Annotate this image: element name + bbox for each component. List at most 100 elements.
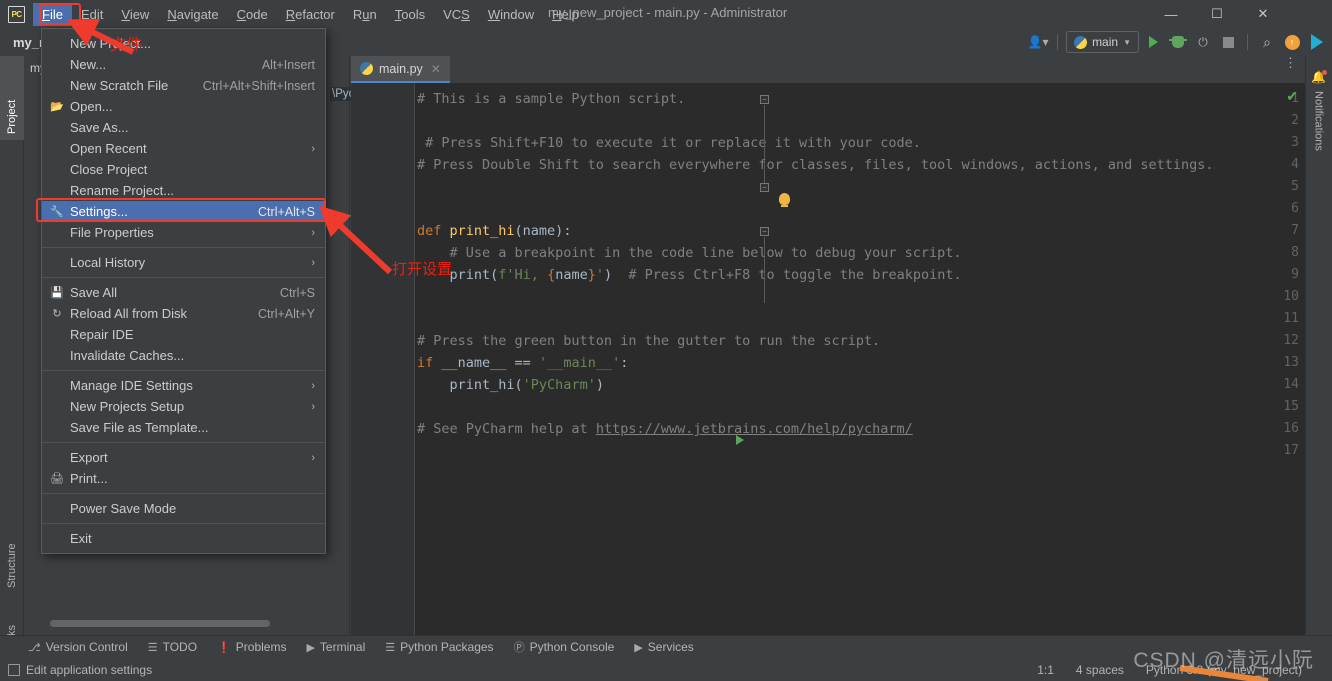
code-line[interactable]: # See PyCharm help at https://www.jetbra… xyxy=(417,418,913,440)
file-menu-dropdown[interactable]: New Project... New...Alt+InsertNew Scratc… xyxy=(41,28,326,554)
menu-file[interactable]: File xyxy=(33,3,72,26)
tool-window-todo[interactable]: ☰TODO xyxy=(148,640,197,654)
intention-bulb-icon[interactable] xyxy=(779,193,790,205)
project-horizontal-scrollbar[interactable] xyxy=(50,620,270,627)
debug-icon[interactable] xyxy=(1167,31,1189,53)
minimize-window-button[interactable]: — xyxy=(1148,0,1194,28)
tool-window-python-packages[interactable]: ☰Python Packages xyxy=(385,640,493,654)
menu-item-new-projects-setup[interactable]: New Projects Setup› xyxy=(42,396,325,417)
menu-navigate[interactable]: Navigate xyxy=(158,3,227,26)
run-with-coverage-icon[interactable]: ⏻ xyxy=(1192,31,1214,53)
menu-item-invalidate-caches[interactable]: Invalidate Caches... xyxy=(42,345,325,366)
line-number: 7 xyxy=(1291,220,1299,242)
code-line[interactable]: print(f'Hi, {name}') # Press Ctrl+F8 to … xyxy=(417,264,962,286)
menu-item-settings[interactable]: 🔧Settings...Ctrl+Alt+S xyxy=(42,201,325,222)
sidebar-item-project[interactable]: Project xyxy=(0,56,24,140)
menu-item-export[interactable]: Export› xyxy=(42,447,325,468)
tool-window-services[interactable]: ▶Services xyxy=(634,640,693,654)
menu-code[interactable]: Code xyxy=(228,3,277,26)
menu-run[interactable]: Run xyxy=(344,3,386,26)
menu-item-repair-ide[interactable]: Repair IDE xyxy=(42,324,325,345)
menu-item-open[interactable]: 📂Open... xyxy=(42,96,325,117)
code-token: # Press Shift+F10 to execute it or repla… xyxy=(417,135,921,151)
menu-item-power-save-mode[interactable]: Power Save Mode xyxy=(42,498,325,519)
code-folding-strip[interactable] xyxy=(403,83,415,637)
pycharm-window: PC FileEditViewNavigateCodeRefactorRunTo… xyxy=(0,0,1332,681)
chevron-right-icon: › xyxy=(311,143,315,155)
maximize-window-button[interactable]: ☐ xyxy=(1194,0,1240,28)
code-line[interactable]: def print_hi(name): xyxy=(417,220,571,242)
menu-item-save-all[interactable]: 💾Save AllCtrl+S xyxy=(42,282,325,303)
menu-item-new-project[interactable]: New Project... xyxy=(42,33,325,54)
menu-item-rename-project[interactable]: Rename Project... xyxy=(42,180,325,201)
menu-item-local-history[interactable]: Local History› xyxy=(42,252,325,273)
menu-item-label: Repair IDE xyxy=(70,327,315,342)
code-line[interactable]: # Press Double Shift to search everywher… xyxy=(417,154,1214,176)
menu-item-label: Manage IDE Settings xyxy=(70,378,303,393)
tool-window-python-console[interactable]: ⓅPython Console xyxy=(514,639,615,655)
menu-vcs[interactable]: VCS xyxy=(434,3,479,26)
editor-options-icon[interactable]: ⋮ xyxy=(1284,60,1297,65)
code-line[interactable]: # This is a sample Python script. xyxy=(417,88,685,110)
sidebar-item-label: Structure xyxy=(6,543,18,588)
tool-window-terminal[interactable]: ▶Terminal xyxy=(306,640,365,654)
tab-main-py[interactable]: main.py ✕ xyxy=(351,56,450,83)
status-bar: Edit application settings 1:1 4 spaces P… xyxy=(0,658,1332,681)
sidebar-item-structure[interactable]: Structure xyxy=(0,508,24,594)
code-line[interactable]: # Press Shift+F10 to execute it or repla… xyxy=(417,132,921,154)
menu-item-file-properties[interactable]: File Properties› xyxy=(42,222,325,243)
menu-item-label: New Project... xyxy=(70,36,315,51)
status-message-group: Edit application settings xyxy=(8,663,152,677)
menu-item-label: Open... xyxy=(70,99,315,114)
menu-item-print[interactable]: 🖨Print... xyxy=(42,468,325,489)
close-icon[interactable]: ✕ xyxy=(431,62,441,76)
code-editor[interactable]: 1234567891011121314151617 # This is a sa… xyxy=(351,83,1305,637)
problems-icon: ❗ xyxy=(217,641,231,654)
stop-icon[interactable] xyxy=(1217,31,1239,53)
account-icon[interactable]: 👤▾ xyxy=(1027,31,1049,53)
menu-tools[interactable]: Tools xyxy=(386,3,434,26)
menu-view[interactable]: View xyxy=(112,3,158,26)
code-token: } xyxy=(588,267,596,283)
update-project-icon[interactable]: ↑ xyxy=(1281,31,1303,53)
tool-window-problems[interactable]: ❗Problems xyxy=(217,640,286,654)
toolbar-right-group: 👤▾ main ▼ ⏻ ⌕ ↑ xyxy=(1027,28,1328,56)
code-line[interactable]: print_hi('PyCharm') xyxy=(417,374,604,396)
menu-item-new[interactable]: New...Alt+Insert xyxy=(42,54,325,75)
menu-item-open-recent[interactable]: Open Recent› xyxy=(42,138,325,159)
tab-label: main.py xyxy=(379,62,423,76)
menu-window[interactable]: Window xyxy=(479,3,543,26)
code-line[interactable]: # Use a breakpoint in the code line belo… xyxy=(417,242,962,264)
menu-item-icon: 🖨 xyxy=(50,472,64,485)
code-token: if xyxy=(417,355,441,371)
code-line[interactable]: # Press the green button in the gutter t… xyxy=(417,330,880,352)
code-line[interactable]: if __name__ == '__main__': xyxy=(417,352,628,374)
menu-item-shortcut: Ctrl+Alt+Y xyxy=(258,307,315,321)
editor-gutter[interactable] xyxy=(351,83,403,637)
menu-item-save-file-as-template[interactable]: Save File as Template... xyxy=(42,417,325,438)
menu-item-reload-all-from-disk[interactable]: ↻Reload All from DiskCtrl+Alt+Y xyxy=(42,303,325,324)
search-everywhere-icon[interactable]: ⌕ xyxy=(1256,31,1278,53)
fold-toggle-icon[interactable]: − xyxy=(760,227,769,236)
menu-refactor[interactable]: Refactor xyxy=(277,3,344,26)
tool-window-version-control[interactable]: ⎇Version Control xyxy=(28,640,128,654)
run-gutter-icon[interactable] xyxy=(736,435,744,445)
chevron-down-icon: ▼ xyxy=(1123,38,1131,47)
menu-edit[interactable]: Edit xyxy=(72,3,112,26)
run-icon[interactable] xyxy=(1142,31,1164,53)
menu-item-new-scratch-file[interactable]: New Scratch FileCtrl+Alt+Shift+Insert xyxy=(42,75,325,96)
fold-toggle-icon[interactable]: − xyxy=(760,95,769,104)
sidebar-item-notifications[interactable]: 🔔 Notifications xyxy=(1305,64,1332,194)
run-configuration-selector[interactable]: main ▼ xyxy=(1066,31,1139,53)
indent-setting[interactable]: 4 spaces xyxy=(1076,663,1124,677)
menu-bar: FileEditViewNavigateCodeRefactorRunTools… xyxy=(33,0,588,28)
menu-item-manage-ide-settings[interactable]: Manage IDE Settings› xyxy=(42,375,325,396)
close-window-button[interactable]: ✕ xyxy=(1240,0,1286,28)
fold-toggle-icon[interactable]: − xyxy=(760,183,769,192)
menu-item-save-as[interactable]: Save As... xyxy=(42,117,325,138)
menu-item-close-project[interactable]: Close Project xyxy=(42,159,325,180)
menu-item-exit[interactable]: Exit xyxy=(42,528,325,549)
caret-position[interactable]: 1:1 xyxy=(1037,663,1054,677)
inspection-status-icon[interactable]: ✔ xyxy=(1286,88,1298,105)
plugin-icon[interactable] xyxy=(1306,31,1328,53)
